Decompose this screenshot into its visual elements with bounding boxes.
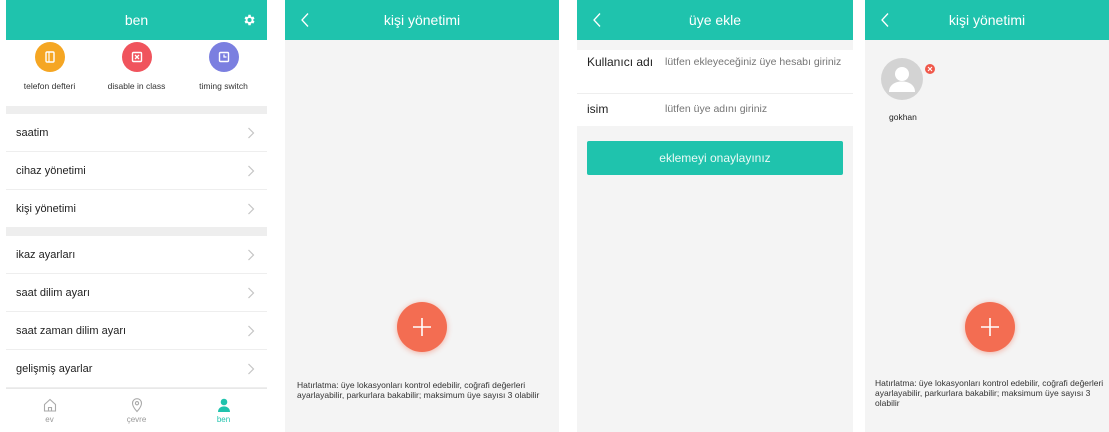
tab-label: ben [216, 415, 231, 424]
top-bar: kişi yönetimi [865, 0, 1109, 40]
menu-item-alert-settings[interactable]: ikaz ayarları [6, 236, 267, 274]
person-icon [217, 398, 230, 412]
page-title: kişi yönetimi [948, 12, 1026, 28]
tab-surroundings[interactable]: çevre [107, 389, 167, 432]
menu-item-time-slot-settings[interactable]: saat dilim ayarı [6, 274, 267, 312]
page-title: ben [124, 12, 149, 28]
avatar [881, 58, 923, 100]
chevron-right-icon [248, 325, 255, 336]
member-card[interactable]: gokhan [881, 58, 935, 122]
back-arrow-icon[interactable] [873, 8, 897, 32]
tile-label: telefon defteri [23, 81, 76, 91]
back-arrow-icon[interactable] [293, 8, 317, 32]
top-bar: ben [6, 0, 267, 40]
menu-item-label: ikaz ayarları [16, 248, 76, 261]
username-row: Kullanıcı adı [577, 50, 853, 94]
top-bar: kişi yönetimi [285, 0, 559, 40]
tab-label: çevre [126, 415, 147, 424]
tab-label: ev [45, 415, 54, 424]
tile-phone-book[interactable]: telefon defteri [7, 42, 93, 106]
name-field[interactable] [665, 103, 843, 115]
menu-item-advanced-settings[interactable]: gelişmiş ayarlar [6, 350, 267, 388]
tile-timing-switch[interactable]: timing switch [181, 42, 267, 106]
username-label: Kullanıcı adı [587, 55, 654, 69]
phone-book-icon [34, 42, 65, 72]
plus-icon [981, 318, 999, 336]
back-arrow-icon[interactable] [585, 8, 609, 32]
menu-item-label: kişi yönetimi [16, 202, 76, 215]
divider [6, 228, 267, 236]
confirm-add-button[interactable]: eklemeyi onaylayınız [587, 141, 843, 175]
home-icon [43, 398, 56, 412]
name-row: isim [577, 94, 853, 126]
add-member-screen: üye ekle Kullanıcı adı isim eklemeyi ona… [577, 0, 853, 432]
menu-item-contact-management[interactable]: kişi yönetimi [6, 190, 267, 228]
clock-icon [208, 42, 239, 72]
chevron-right-icon [248, 249, 255, 260]
username-field[interactable] [665, 56, 843, 80]
tile-label: disable in class [107, 81, 166, 91]
location-pin-icon [131, 398, 142, 413]
tile-label: timing switch [199, 81, 248, 91]
me-screen: ben telefon defteri disable in class tim… [6, 0, 267, 432]
top-bar: üye ekle [577, 0, 853, 40]
chevron-right-icon [248, 203, 255, 214]
name-label: isim [587, 102, 609, 116]
contact-management-empty-screen: kişi yönetimi Hatırlatma: üye lokasyonla… [285, 0, 559, 432]
bottom-tab-bar: ev çevre ben [6, 388, 267, 432]
member-name: gokhan [889, 112, 917, 122]
page-title: üye ekle [688, 12, 742, 28]
page-title: kişi yönetimi [383, 12, 461, 28]
feature-tiles: telefon defteri disable in class timing … [6, 40, 267, 106]
tab-me[interactable]: ben [194, 389, 254, 432]
menu-item-label: saatim [16, 126, 49, 139]
reminder-note: Hatırlatma: üye lokasyonları kontrol ede… [875, 378, 1104, 408]
chevron-right-icon [248, 287, 255, 298]
menu-item-device-management[interactable]: cihaz yönetimi [6, 152, 267, 190]
default-avatar-icon [889, 67, 915, 92]
delete-member-icon[interactable] [925, 64, 935, 74]
reminder-note: Hatırlatma: üye lokasyonları kontrol ede… [297, 380, 540, 400]
tile-disable-in-class[interactable]: disable in class [94, 42, 180, 106]
plus-icon [413, 318, 431, 336]
add-member-button[interactable] [965, 302, 1015, 352]
divider [6, 106, 267, 114]
disable-icon [121, 42, 152, 72]
menu-item-label: gelişmiş ayarlar [16, 362, 93, 375]
tab-home[interactable]: ev [20, 389, 80, 432]
chevron-right-icon [248, 363, 255, 374]
menu-item-label: saat zaman dilim ayarı [16, 324, 127, 337]
menu-item-saatim[interactable]: saatim [6, 114, 267, 152]
chevron-right-icon [248, 127, 255, 138]
menu-item-label: cihaz yönetimi [16, 164, 86, 177]
menu-item-label: saat dilim ayarı [16, 286, 90, 299]
chevron-right-icon [248, 165, 255, 176]
menu-item-timezone-settings[interactable]: saat zaman dilim ayarı [6, 312, 267, 350]
add-member-button[interactable] [397, 302, 447, 352]
add-member-form: Kullanıcı adı isim [577, 50, 853, 126]
contact-management-screen: kişi yönetimi gokhan Hatırlatma: üye lok… [865, 0, 1109, 432]
settings-gear-icon[interactable] [237, 8, 261, 32]
